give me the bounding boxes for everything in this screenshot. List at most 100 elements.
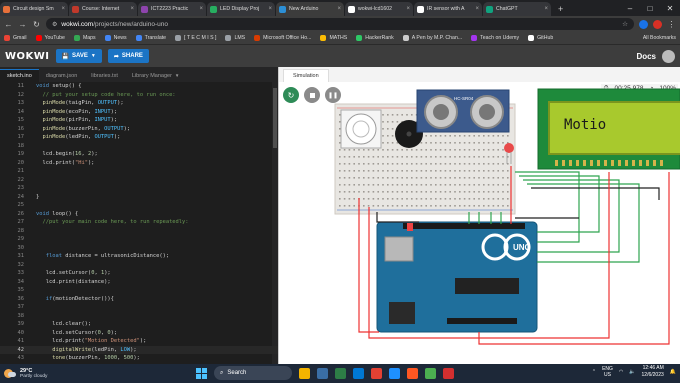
menu-icon[interactable]: ⋮ bbox=[667, 20, 676, 29]
minimize-icon[interactable]: – bbox=[620, 2, 640, 16]
url-input[interactable]: ⚙ wokwi.com/projects/new/arduino-uno ☆ bbox=[46, 18, 634, 30]
wokwi-logo[interactable]: WOKWI bbox=[5, 51, 50, 62]
site-info-icon[interactable]: ⚙ bbox=[52, 21, 57, 28]
bookmark-item[interactable]: Microsoft Office Ho... bbox=[254, 35, 311, 41]
close-tab-icon[interactable]: × bbox=[130, 6, 134, 12]
windows-start-icon[interactable] bbox=[196, 367, 207, 379]
code-editor[interactable]: 11 void setup() {12 // put your setup cod… bbox=[0, 82, 278, 364]
browser-tab[interactable]: Circuit design Sm × bbox=[0, 2, 68, 16]
new-tab-button[interactable]: + bbox=[552, 2, 569, 16]
tab-diagram[interactable]: diagram.json bbox=[39, 69, 85, 82]
close-tab-icon[interactable]: × bbox=[61, 6, 65, 12]
notification-icon[interactable]: 🔔 bbox=[670, 369, 676, 375]
taskbar-app-icon[interactable] bbox=[335, 367, 346, 379]
code-line[interactable]: 16 pinMode(buzzerPin, OUTPUT); bbox=[0, 125, 278, 134]
tab-library-manager[interactable]: Library Manager ▼ bbox=[125, 69, 187, 82]
taskbar-app-icon[interactable] bbox=[443, 367, 454, 379]
code-line[interactable]: 19 lcd.begin(16, 2); bbox=[0, 150, 278, 159]
code-line[interactable]: 26 void loop() { bbox=[0, 210, 278, 219]
close-tab-icon[interactable]: × bbox=[544, 6, 548, 12]
code-line[interactable]: 38 bbox=[0, 312, 278, 321]
code-line[interactable]: 33 lcd.setCursor(0, 1); bbox=[0, 269, 278, 278]
code-line[interactable]: 24} bbox=[0, 193, 278, 202]
chevron-down-icon[interactable]: ▼ bbox=[91, 53, 96, 59]
bookmark-item[interactable]: YouTube bbox=[35, 35, 65, 41]
code-line[interactable]: 12 // put your setup code here, to run o… bbox=[0, 91, 278, 100]
extension-icon[interactable] bbox=[639, 19, 648, 29]
bookmark-item[interactable]: GitHub bbox=[528, 35, 553, 41]
code-line[interactable]: 21 bbox=[0, 167, 278, 176]
code-line[interactable]: 31 float distance = ultrasonicDistance()… bbox=[0, 252, 278, 261]
code-line[interactable]: 22 bbox=[0, 176, 278, 185]
forward-icon[interactable]: → bbox=[18, 20, 27, 29]
tab-sketch[interactable]: sketch.ino bbox=[0, 69, 39, 82]
tab-libraries[interactable]: libraries.txt bbox=[84, 69, 125, 82]
bookmark-item[interactable]: [ T E C M I S ] bbox=[175, 35, 216, 41]
code-line[interactable]: 23 bbox=[0, 184, 278, 193]
code-line[interactable]: 36 if(motionDetector()){ bbox=[0, 295, 278, 304]
close-tab-icon[interactable]: × bbox=[406, 6, 410, 12]
code-line[interactable]: 18 bbox=[0, 142, 278, 151]
taskbar-search[interactable]: ⌕ Search bbox=[214, 366, 292, 380]
taskbar-app-icon[interactable] bbox=[389, 367, 400, 379]
code-line[interactable]: 35 bbox=[0, 286, 278, 295]
code-line[interactable]: 29 bbox=[0, 235, 278, 244]
profile-icon[interactable] bbox=[653, 19, 662, 29]
taskbar-app-icon[interactable] bbox=[371, 367, 382, 379]
code-line[interactable]: 17 pinMode(ledPin, OUTPUT); bbox=[0, 133, 278, 142]
lcd-display[interactable]: Motio bbox=[537, 88, 680, 170]
bookmark-item[interactable]: Maps bbox=[73, 35, 96, 41]
taskbar-app-icon[interactable] bbox=[353, 367, 364, 379]
avatar[interactable] bbox=[662, 49, 675, 63]
close-tab-icon[interactable]: × bbox=[268, 6, 272, 12]
close-tab-icon[interactable]: × bbox=[337, 6, 341, 12]
browser-tab[interactable]: ICT2223 Practic × bbox=[138, 2, 206, 16]
code-line[interactable]: 11 void setup() { bbox=[0, 82, 278, 91]
save-button[interactable]: 💾 SAVE ▼ bbox=[55, 49, 102, 63]
tab-simulation[interactable]: Simulation bbox=[283, 69, 329, 82]
bookmark-item[interactable]: LMS bbox=[225, 35, 245, 41]
close-tab-icon[interactable]: × bbox=[475, 6, 479, 12]
bookmark-item[interactable]: A Pen by M.P. Chan... bbox=[402, 35, 462, 41]
share-button[interactable]: ➦ SHARE bbox=[107, 49, 149, 63]
bookmark-item[interactable]: HackerRank bbox=[356, 35, 394, 41]
browser-tab[interactable]: IR sensor with A × bbox=[414, 2, 482, 16]
code-line[interactable]: 37 bbox=[0, 303, 278, 312]
code-line[interactable]: 27 //put your main code here, to run rep… bbox=[0, 218, 278, 227]
simulation-canvas[interactable]: ↻ ❚❚ ⏱ 00:25.978 ◔ 100% bbox=[278, 82, 680, 364]
browser-tab[interactable]: wokwi-lcd1602 × bbox=[345, 2, 413, 16]
code-line[interactable]: 13 pinMode(taigPin, OUTPUT); bbox=[0, 99, 278, 108]
taskbar-app-icon[interactable] bbox=[299, 367, 310, 379]
weather-widget[interactable]: 29°C Partly cloudy bbox=[4, 368, 47, 380]
close-icon[interactable]: ✕ bbox=[660, 2, 680, 16]
browser-tab[interactable]: Course: Internet × bbox=[69, 2, 137, 16]
code-line[interactable]: 34 lcd.print(distance); bbox=[0, 278, 278, 287]
bookmark-item[interactable]: Gmail bbox=[4, 35, 27, 41]
browser-tab[interactable]: New Arduino × bbox=[276, 2, 344, 16]
code-line[interactable]: 20 lcd.print("Hi"); bbox=[0, 159, 278, 168]
bookmark-item[interactable]: Teach on Udemy bbox=[471, 35, 519, 41]
code-line[interactable]: 42 digitalWrite(ledPin, LOW); bbox=[0, 345, 278, 354]
chevron-up-icon[interactable]: ⌃ bbox=[592, 369, 596, 375]
taskbar-app-icon[interactable] bbox=[317, 367, 328, 379]
ultrasonic-sensor[interactable]: HC-SR04 bbox=[416, 89, 510, 133]
code-line[interactable]: 25 bbox=[0, 201, 278, 210]
pir-sensor[interactable] bbox=[340, 109, 382, 149]
back-icon[interactable]: ← bbox=[4, 20, 13, 29]
chevron-down-icon[interactable]: ▼ bbox=[175, 73, 179, 78]
arduino-uno[interactable]: UNO bbox=[376, 221, 538, 333]
code-line[interactable]: 30 bbox=[0, 244, 278, 253]
close-tab-icon[interactable]: × bbox=[199, 6, 203, 12]
code-line[interactable]: 40 lcd.setCursor(0, 0); bbox=[0, 329, 278, 338]
bookmark-star-icon[interactable]: ☆ bbox=[622, 20, 628, 28]
docs-link[interactable]: Docs bbox=[636, 52, 656, 61]
code-line[interactable]: 28 bbox=[0, 227, 278, 236]
bookmark-item[interactable]: Translate bbox=[135, 35, 166, 41]
reload-icon[interactable]: ↻ bbox=[32, 20, 41, 29]
language-indicator[interactable]: ENG US bbox=[602, 366, 613, 378]
clock[interactable]: 12:46 AM 12/6/2023 bbox=[642, 365, 664, 379]
bookmark-item[interactable]: MATHS bbox=[320, 35, 347, 41]
code-line[interactable]: 39 lcd.clear(); bbox=[0, 320, 278, 329]
code-line[interactable]: 15 pinMode(pirPin, INPUT); bbox=[0, 116, 278, 125]
taskbar-app-icon[interactable] bbox=[425, 367, 436, 379]
